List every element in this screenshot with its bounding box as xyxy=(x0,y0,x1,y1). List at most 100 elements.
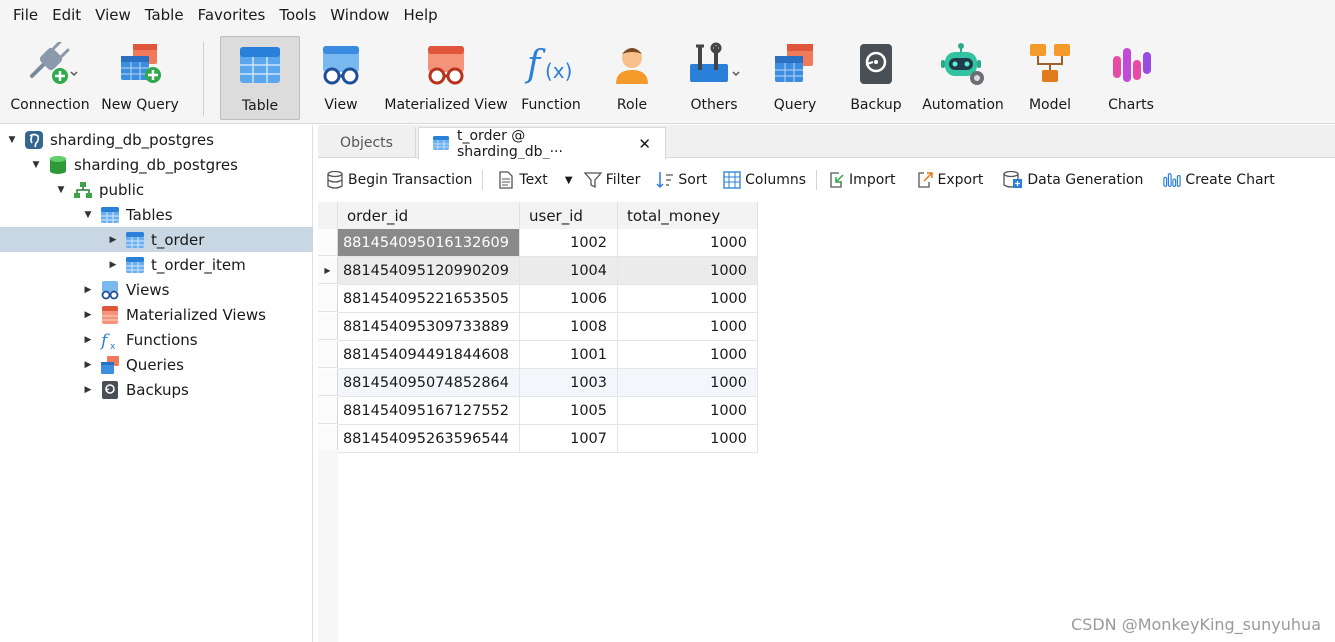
collapsed-arrow-icon[interactable]: ▶ xyxy=(82,359,94,371)
function-button[interactable]: f (x) Function xyxy=(514,36,588,120)
model-label: Model xyxy=(1028,97,1072,113)
tree-schema[interactable]: ▼ public xyxy=(0,177,313,202)
row-header[interactable] xyxy=(318,229,338,256)
collapsed-arrow-icon[interactable]: ▶ xyxy=(82,284,94,296)
cell-user-id[interactable]: 1003 xyxy=(520,369,618,397)
new-query-button[interactable]: New Query xyxy=(100,36,180,120)
cell-total-money[interactable]: 1000 xyxy=(618,313,758,341)
cell-order-id[interactable]: 881454095221653505 xyxy=(338,285,520,313)
current-row-arrow-icon[interactable]: ▶ xyxy=(318,257,338,284)
menu-tools[interactable]: Tools xyxy=(272,0,323,30)
sort-button[interactable]: Sort xyxy=(656,171,707,189)
grid-corner xyxy=(318,202,338,229)
cell-total-money[interactable]: 1000 xyxy=(618,397,758,425)
table-button[interactable]: Table xyxy=(220,36,300,120)
cell-user-id[interactable]: 1007 xyxy=(520,425,618,453)
tree-views-folder[interactable]: ▶ Views xyxy=(0,277,313,302)
expanded-arrow-icon[interactable]: ▼ xyxy=(30,159,42,171)
tree-functions-folder[interactable]: ▶ fx Functions xyxy=(0,327,313,352)
backup-button[interactable]: Backup xyxy=(844,36,908,120)
row-header[interactable] xyxy=(318,313,338,340)
tree-backups-folder[interactable]: ▶ Backups xyxy=(0,377,313,402)
tree-tables-folder[interactable]: ▼ Tables xyxy=(0,202,313,227)
columns-label: Columns xyxy=(745,172,807,188)
others-button[interactable]: Others xyxy=(676,36,752,120)
automation-button[interactable]: Automation xyxy=(920,36,1006,120)
cell-order-id[interactable]: 881454095263596544 xyxy=(338,425,520,453)
columns-button[interactable]: Columns xyxy=(723,171,806,189)
menu-file[interactable]: File xyxy=(6,0,45,30)
tree-materialized-views-folder[interactable]: ▶ Materialized Views xyxy=(0,302,313,327)
model-button[interactable]: Model xyxy=(1018,36,1082,120)
cell-user-id[interactable]: 1005 xyxy=(520,397,618,425)
export-button[interactable]: Export xyxy=(916,171,983,189)
charts-button[interactable]: Charts xyxy=(1098,36,1164,120)
close-icon[interactable]: ✕ xyxy=(638,135,651,153)
cell-order-id[interactable]: 881454095074852864 xyxy=(338,369,520,397)
document-icon xyxy=(497,171,515,189)
row-header[interactable] xyxy=(318,369,338,396)
tab-objects[interactable]: Objects xyxy=(318,127,416,158)
menu-edit[interactable]: Edit xyxy=(45,0,88,30)
collapsed-arrow-icon[interactable]: ▶ xyxy=(82,309,94,321)
cell-order-id[interactable]: 881454094491844608 xyxy=(338,341,520,369)
cell-user-id[interactable]: 1006 xyxy=(520,285,618,313)
cell-user-id[interactable]: 1001 xyxy=(520,341,618,369)
tree-database[interactable]: ▼ sharding_db_postgres xyxy=(0,152,313,177)
collapsed-arrow-icon[interactable]: ▶ xyxy=(107,259,119,271)
menu-table[interactable]: Table xyxy=(138,0,191,30)
column-header-total-money[interactable]: total_money xyxy=(618,202,758,229)
tree-table-t-order[interactable]: ▶ t_order xyxy=(0,227,313,252)
row-header[interactable] xyxy=(318,285,338,312)
view-button[interactable]: View xyxy=(305,36,377,120)
expanded-arrow-icon[interactable]: ▼ xyxy=(55,184,67,196)
tab-t-order[interactable]: t_order @ sharding_db_··· ✕ xyxy=(418,127,666,160)
filter-button[interactable]: ▼ Filter xyxy=(564,171,640,189)
begin-transaction-button[interactable]: Begin Transaction xyxy=(326,171,472,189)
menu-view[interactable]: View xyxy=(88,0,138,30)
menu-favorites[interactable]: Favorites xyxy=(191,0,273,30)
query-button[interactable]: Query xyxy=(762,36,828,120)
menu-window[interactable]: Window xyxy=(323,0,396,30)
cell-user-id[interactable]: 1002 xyxy=(520,229,618,257)
collapsed-arrow-icon[interactable]: ▶ xyxy=(82,334,94,346)
cell-total-money[interactable]: 1000 xyxy=(618,341,758,369)
column-header-order-id[interactable]: order_id xyxy=(338,202,520,229)
text-button[interactable]: Text xyxy=(497,171,548,189)
collapsed-arrow-icon[interactable]: ▶ xyxy=(107,234,119,246)
connection-button[interactable]: Connection xyxy=(8,36,92,120)
table-icon xyxy=(125,230,145,250)
cell-order-id[interactable]: 881454095016132609 xyxy=(338,229,520,257)
collapsed-arrow-icon[interactable]: ▶ xyxy=(82,384,94,396)
cell-total-money[interactable]: 1000 xyxy=(618,369,758,397)
row-header[interactable] xyxy=(318,425,338,452)
cell-total-money[interactable]: 1000 xyxy=(618,425,758,453)
cell-total-money[interactable]: 1000 xyxy=(618,229,758,257)
column-header-user-id[interactable]: user_id xyxy=(520,202,618,229)
import-button[interactable]: Import xyxy=(827,171,896,189)
cell-user-id[interactable]: 1008 xyxy=(520,313,618,341)
tree-connection[interactable]: ▼ sharding_db_postgres xyxy=(0,127,313,152)
postgres-elephant-icon xyxy=(24,130,44,150)
create-chart-button[interactable]: Create Chart xyxy=(1163,171,1275,189)
materialized-view-button[interactable]: Materialized View xyxy=(384,36,508,120)
cell-total-money[interactable]: 1000 xyxy=(618,285,758,313)
cell-user-id[interactable]: 1004 xyxy=(520,257,618,285)
cell-total-money[interactable]: 1000 xyxy=(618,257,758,285)
menu-help[interactable]: Help xyxy=(396,0,444,30)
role-button[interactable]: Role xyxy=(600,36,664,120)
cell-order-id[interactable]: 881454095120990209 xyxy=(338,257,520,285)
expanded-arrow-icon[interactable]: ▼ xyxy=(82,209,94,221)
cell-order-id[interactable]: 881454095167127552 xyxy=(338,397,520,425)
tree-table-t-order-item[interactable]: ▶ t_order_item xyxy=(0,252,313,277)
tree-queries-folder[interactable]: ▶ Queries xyxy=(0,352,313,377)
dropdown-arrow-icon[interactable]: ▼ xyxy=(564,171,574,189)
svg-text:f: f xyxy=(524,44,546,85)
sort-label: Sort xyxy=(678,172,708,188)
create-chart-label: Create Chart xyxy=(1185,172,1275,188)
expanded-arrow-icon[interactable]: ▼ xyxy=(6,134,18,146)
data-generation-button[interactable]: Data Generation xyxy=(1003,171,1143,189)
cell-order-id[interactable]: 881454095309733889 xyxy=(338,313,520,341)
row-header[interactable] xyxy=(318,397,338,424)
row-header[interactable] xyxy=(318,341,338,368)
